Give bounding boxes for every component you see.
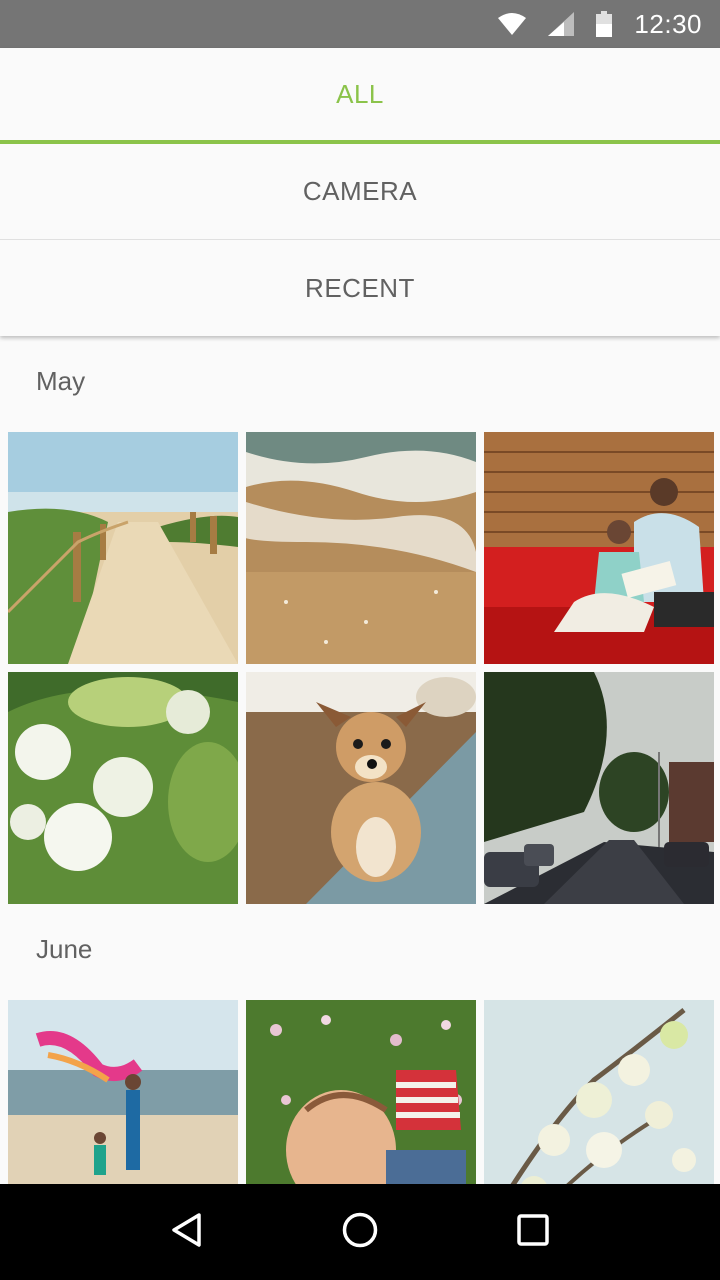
- photo-beach-scarf[interactable]: [8, 1000, 238, 1184]
- navigation-bar: [0, 1184, 720, 1280]
- status-time: 12:30: [634, 8, 702, 39]
- section-title-june: June: [36, 934, 93, 964]
- photo-mother-reading-child[interactable]: [484, 432, 714, 664]
- battery-icon: [596, 11, 613, 37]
- tab-recent-label: RECENT: [305, 272, 415, 303]
- photo-ocean-waves[interactable]: [246, 432, 476, 664]
- photo-beach-path[interactable]: [8, 432, 238, 664]
- photo-dog[interactable]: [246, 672, 476, 904]
- back-button[interactable]: [147, 1192, 227, 1272]
- tab-camera-label: CAMERA: [302, 176, 418, 206]
- photo-grid: May June: [0, 336, 720, 1184]
- signal-icon: [548, 12, 575, 36]
- wifi-icon: [498, 13, 527, 35]
- tab-all-label: ALL: [336, 78, 384, 109]
- photo-blossom-tree[interactable]: [484, 1000, 714, 1184]
- tab-camera[interactable]: CAMERA: [0, 144, 720, 240]
- home-icon: [341, 1211, 379, 1254]
- recents-icon: [516, 1213, 550, 1252]
- tab-recent[interactable]: RECENT: [0, 240, 720, 336]
- photo-child-in-flowers[interactable]: [246, 1000, 476, 1184]
- photo-street-dusk[interactable]: [484, 672, 714, 904]
- tab-all[interactable]: ALL: [0, 48, 720, 144]
- photo-white-flowers[interactable]: [8, 672, 238, 904]
- tab-bar: ALL CAMERA RECENT: [0, 48, 720, 336]
- home-button[interactable]: [320, 1192, 400, 1272]
- recents-button[interactable]: [493, 1192, 573, 1272]
- back-icon: [169, 1212, 205, 1253]
- section-title-may: May: [36, 366, 86, 396]
- status-bar: 12:30: [0, 0, 720, 48]
